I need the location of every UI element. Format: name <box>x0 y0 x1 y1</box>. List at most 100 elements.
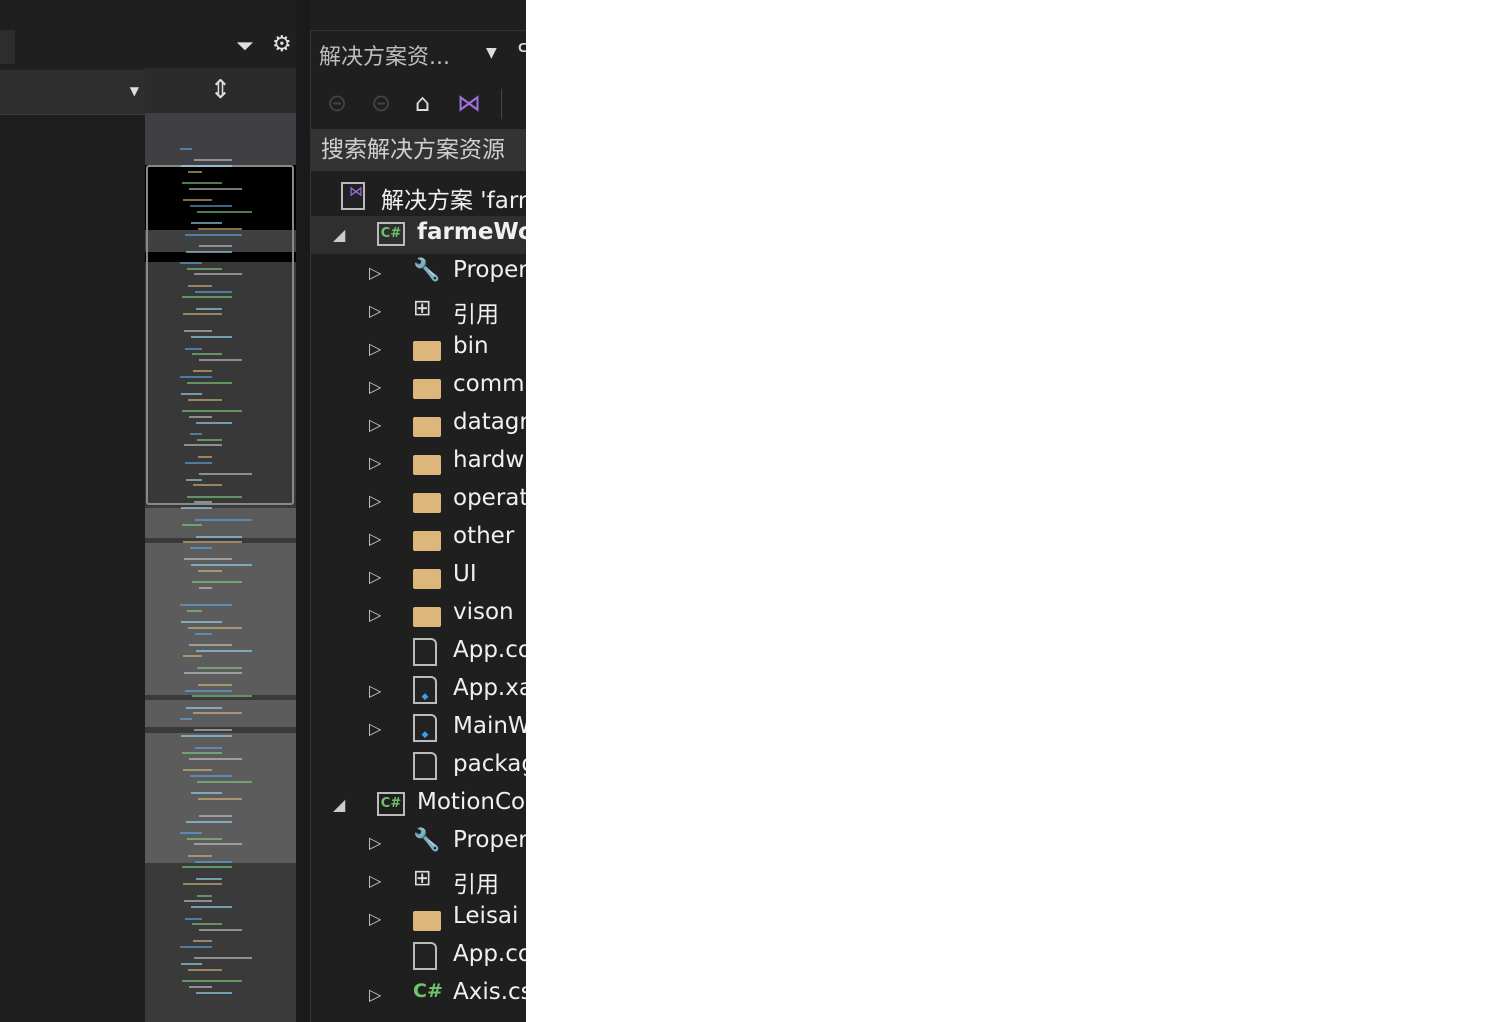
tree-item[interactable]: ▷ Leisai <box>311 900 526 938</box>
tree-item[interactable]: ▷ ◆ App.xa <box>311 672 526 710</box>
minimap-code-line <box>188 284 212 287</box>
minimap-code-line <box>197 210 252 213</box>
minimap-code-line <box>189 757 242 760</box>
minimap-code-line <box>188 170 202 173</box>
tree-item[interactable]: ▷ other <box>311 520 526 558</box>
minimap-code-line <box>181 165 232 168</box>
editor-tab[interactable] <box>0 30 15 64</box>
explorer-toolbar: ⊝ ⊝ ⌂ ⋈ <box>311 81 526 129</box>
folder-icon <box>413 607 441 627</box>
tree-item[interactable]: ▷ ⊞ 引用 <box>311 292 526 330</box>
expand-arrow-icon[interactable]: ▷ <box>369 833 381 852</box>
expand-arrow-icon[interactable]: ▷ <box>369 263 381 282</box>
minimap-code-line <box>181 963 202 966</box>
minimap-code-line <box>193 484 222 487</box>
minimap-code-line <box>182 752 222 755</box>
folder-icon <box>413 455 441 475</box>
visual-studio-window: ⏷ ⚙ ▼ ⇕ ▲ 解决方案资... ▼ ꟼ ⊝ ⊝ ⌂ ⋈ 搜索解决方案资源 … <box>0 0 526 1022</box>
tree-item[interactable]: ▷ vison <box>311 596 526 634</box>
minimap-code-line <box>181 507 212 510</box>
expand-arrow-icon[interactable]: ▷ <box>369 339 381 358</box>
expand-arrow-icon[interactable]: ▷ <box>369 453 381 472</box>
tree-item[interactable]: ▷ ◆ MainW <box>311 710 526 748</box>
folder-icon <box>413 341 441 361</box>
pin-icon[interactable]: ꟼ <box>518 39 526 63</box>
minimap-code-line <box>189 187 242 190</box>
minimap-code-line <box>199 244 232 247</box>
minimap-code-line <box>185 689 232 692</box>
tree-item[interactable]: ◢ C# farmeWo <box>311 216 526 254</box>
minimap-code-line <box>180 376 212 378</box>
collapse-arrow-icon[interactable]: ◢ <box>333 225 345 244</box>
minimap-code-line <box>180 946 212 948</box>
filter-icon[interactable]: ⏷ <box>236 36 254 58</box>
wrench-icon: 🔧 <box>413 828 441 853</box>
minimap-code-line <box>191 222 222 225</box>
tree-item[interactable]: ▷ ⊞ 引用 <box>311 862 526 900</box>
tree-item-label: UI <box>453 561 477 587</box>
tree-item[interactable]: ▷ C# Axis.cs <box>311 976 526 1014</box>
tree-item[interactable]: ▷ operat <box>311 482 526 520</box>
tree-item[interactable]: ▷ datagr <box>311 406 526 444</box>
home-icon[interactable]: ⌂ <box>415 89 430 117</box>
minimap-code-line <box>181 621 222 624</box>
minimap-code-line <box>197 666 242 669</box>
minimap-code-line <box>189 643 232 646</box>
minimap-code-line <box>192 353 222 356</box>
tree-item-label: App.co <box>453 941 526 967</box>
code-editor[interactable] <box>0 115 145 1022</box>
minimap-code-line <box>183 655 202 658</box>
minimap-code-line <box>196 535 242 538</box>
expand-arrow-icon[interactable]: ▷ <box>369 567 381 586</box>
minimap-viewport[interactable] <box>146 165 294 505</box>
minimap-code-line <box>195 518 252 521</box>
tree-item[interactable]: App.co <box>311 938 526 976</box>
minimap[interactable]: ▲ <box>145 113 296 1022</box>
expand-arrow-icon[interactable]: ▷ <box>369 681 381 700</box>
expand-arrow-icon[interactable]: ▷ <box>369 301 381 320</box>
minimap-code-line <box>192 923 222 926</box>
split-editor-button[interactable]: ⇕ <box>145 68 296 113</box>
gear-icon[interactable]: ⚙ <box>272 34 292 56</box>
expand-arrow-icon[interactable]: ▷ <box>369 909 381 928</box>
collapse-arrow-icon[interactable]: ◢ <box>333 795 345 814</box>
tree-item[interactable]: ▷ 🔧 Proper <box>311 254 526 292</box>
minimap-code-line <box>181 393 202 396</box>
search-input[interactable]: 搜索解决方案资源 <box>311 129 526 171</box>
tree-item[interactable]: ▷ hardw <box>311 444 526 482</box>
minimap-code-line <box>185 233 242 236</box>
tree-item-label: datagr <box>453 409 526 435</box>
minimap-code-line <box>198 797 242 800</box>
tree-item[interactable]: ◢ C# MotionCo <box>311 786 526 824</box>
tree-item[interactable]: App.co <box>311 634 526 672</box>
expand-arrow-icon[interactable]: ▷ <box>369 491 381 510</box>
chevron-down-icon[interactable]: ▼ <box>486 45 497 61</box>
minimap-code-line <box>196 877 222 880</box>
expand-arrow-icon[interactable]: ▷ <box>369 871 381 890</box>
tree-item[interactable]: ▷ 🔧 Proper <box>311 824 526 862</box>
tree-item[interactable]: packag <box>311 748 526 786</box>
forward-icon[interactable]: ⊝ <box>371 89 391 117</box>
back-icon[interactable]: ⊝ <box>327 89 347 117</box>
expand-arrow-icon[interactable]: ▷ <box>369 377 381 396</box>
tree-item[interactable]: ▷ UI <box>311 558 526 596</box>
expand-arrow-icon[interactable]: ▷ <box>369 605 381 624</box>
tree-item-label: App.co <box>453 637 526 663</box>
tree-item[interactable]: ▷ comm <box>311 368 526 406</box>
tree-item-label: 引用 <box>453 302 499 328</box>
minimap-code-line <box>182 410 242 413</box>
tree-item-label: 解决方案 'farr <box>381 188 526 214</box>
member-dropdown[interactable]: ▼ <box>0 70 145 115</box>
expand-arrow-icon[interactable]: ▷ <box>369 719 381 738</box>
minimap-code-line <box>197 894 212 897</box>
minimap-code-line <box>187 609 202 612</box>
minimap-code-line <box>197 780 252 783</box>
switch-views-icon[interactable]: ⋈ <box>457 89 481 117</box>
expand-arrow-icon[interactable]: ▷ <box>369 415 381 434</box>
expand-arrow-icon[interactable]: ▷ <box>369 529 381 548</box>
tree-item[interactable]: ⋈ 解决方案 'farr <box>311 178 526 216</box>
tree-item-label: Proper <box>453 827 526 853</box>
tree-item[interactable]: ▷ bin <box>311 330 526 368</box>
minimap-code-line <box>187 837 222 840</box>
expand-arrow-icon[interactable]: ▷ <box>369 985 381 1004</box>
